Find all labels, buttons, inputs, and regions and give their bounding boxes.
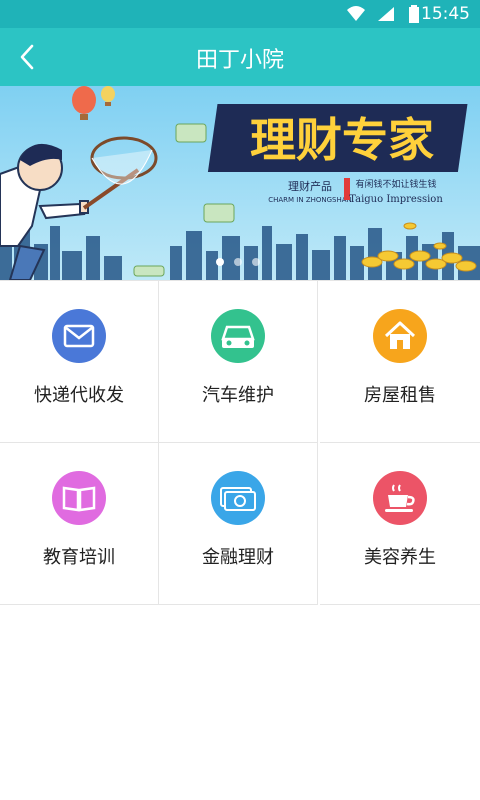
page-title: 田丁小院 bbox=[195, 48, 284, 73]
money-icon bbox=[211, 471, 265, 525]
battery-icon bbox=[409, 5, 419, 23]
money-icon bbox=[175, 123, 207, 143]
service-label: 汽车维护 bbox=[202, 385, 274, 406]
service-beauty[interactable]: 美容养生 bbox=[320, 443, 480, 605]
service-label: 房屋租售 bbox=[364, 385, 436, 406]
service-finance[interactable]: 金融理财 bbox=[159, 443, 318, 605]
wifi-icon bbox=[347, 6, 365, 21]
cup-icon bbox=[373, 471, 427, 525]
service-house[interactable]: 房屋租售 bbox=[320, 281, 480, 443]
banner-dot bbox=[252, 258, 260, 266]
money-icon bbox=[133, 265, 165, 277]
status-bar: 15:45 bbox=[0, 0, 480, 28]
status-time: 15:45 bbox=[421, 4, 470, 24]
banner-sub-en: CHARM IN ZHONGSHAN bbox=[268, 196, 352, 204]
service-express[interactable]: 快递代收发 bbox=[0, 281, 159, 443]
service-grid: 快递代收发 汽车维护 房屋租售 教育培训 金融理财 美容养生 bbox=[0, 280, 480, 605]
money-icon bbox=[203, 203, 235, 223]
service-label: 金融理财 bbox=[202, 547, 274, 568]
service-label: 教育培训 bbox=[43, 547, 115, 568]
signal-icon bbox=[378, 7, 394, 21]
car-icon bbox=[211, 309, 265, 363]
house-icon bbox=[373, 309, 427, 363]
service-label: 快递代收发 bbox=[34, 385, 124, 406]
book-icon bbox=[52, 471, 106, 525]
banner-illustration: 理财专家 理财产品 CHARM IN ZHONGSHAN 有闲钱不如让钱生钱 T… bbox=[0, 86, 480, 280]
banner-subtag: 理财产品 bbox=[288, 179, 332, 193]
app-bar: 田丁小院 bbox=[0, 28, 480, 86]
banner-headline: 理财专家 bbox=[250, 113, 434, 167]
banner-dot bbox=[234, 258, 242, 266]
promo-banner[interactable]: 理财专家 理财产品 CHARM IN ZHONGSHAN 有闲钱不如让钱生钱 T… bbox=[0, 86, 480, 280]
mail-icon bbox=[52, 309, 106, 363]
service-education[interactable]: 教育培训 bbox=[0, 443, 159, 605]
banner-indicator[interactable] bbox=[216, 258, 260, 266]
banner-quote-en: Taiguo Impression bbox=[349, 194, 443, 205]
banner-dot-active bbox=[216, 258, 224, 266]
service-car[interactable]: 汽车维护 bbox=[159, 281, 318, 443]
service-label: 美容养生 bbox=[364, 547, 436, 568]
banner-quote-cn: 有闲钱不如让钱生钱 bbox=[355, 178, 436, 190]
